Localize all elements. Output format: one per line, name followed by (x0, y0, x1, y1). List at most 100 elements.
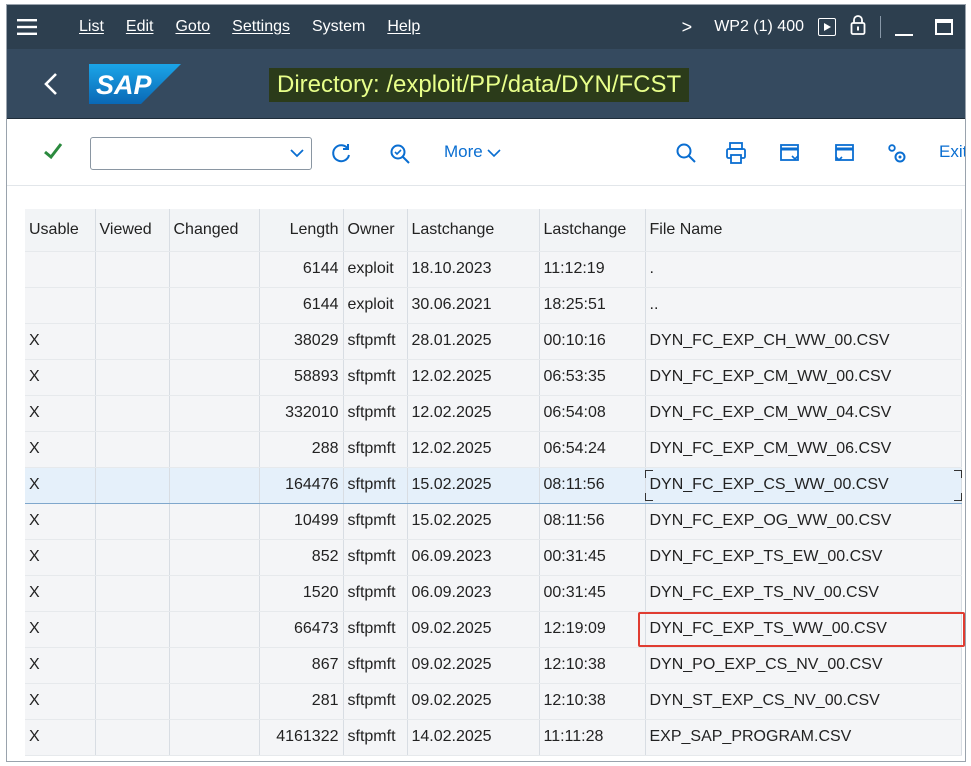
search-icon[interactable] (675, 142, 697, 169)
cell-length[interactable]: 852 (259, 539, 344, 576)
table-row[interactable]: X 58893 sftpmft 12.02.2025 06:53:35 DYN_FC_EX… (25, 359, 962, 396)
cell-length[interactable]: 6144 (259, 287, 344, 324)
cell-usable[interactable]: X (25, 323, 96, 360)
cell-lastchange-time[interactable]: 11:12:19 (539, 251, 646, 288)
cell-length[interactable]: 281 (259, 683, 344, 720)
cell-usable[interactable]: X (25, 539, 96, 576)
cell-usable[interactable]: X (25, 466, 96, 504)
cell-lastchange-date[interactable]: 12.02.2025 (407, 431, 540, 468)
cell-viewed[interactable] (95, 287, 170, 324)
cell-file-name[interactable]: EXP_SAP_PROGRAM.CSV (645, 719, 962, 756)
cell-lastchange-time[interactable]: 12:10:38 (539, 683, 646, 720)
cell-lastchange-date[interactable]: 14.02.2025 (407, 719, 540, 756)
cell-lastchange-time[interactable]: 00:31:45 (539, 539, 646, 576)
table-row[interactable]: X 288 sftpmft 12.02.2025 06:54:24 DYN_FC_EXP_… (25, 431, 962, 468)
cell-changed[interactable] (169, 251, 260, 288)
table-row[interactable]: X 852 sftpmft 06.09.2023 00:31:45 DYN_FC_EXP_… (25, 539, 962, 576)
cell-lastchange-time[interactable]: 08:11:56 (539, 466, 646, 504)
cell-owner[interactable]: sftpmft (343, 719, 408, 756)
chevron-down-icon[interactable] (289, 146, 305, 165)
menu-system[interactable]: System (312, 18, 365, 36)
cell-usable[interactable]: X (25, 611, 96, 648)
cell-owner[interactable]: exploit (343, 251, 408, 288)
check-icon[interactable] (43, 141, 63, 166)
cell-changed[interactable] (169, 575, 260, 612)
cell-lastchange-date[interactable]: 09.02.2025 (407, 647, 540, 684)
cell-length[interactable]: 867 (259, 647, 344, 684)
minimize-icon[interactable] (895, 34, 913, 36)
cell-length[interactable]: 38029 (259, 323, 344, 360)
table-row[interactable]: X 38029 sftpmft 28.01.2025 00:10:16 DYN_FC_EX… (25, 323, 962, 360)
cell-usable[interactable]: X (25, 647, 96, 684)
new-window-icon[interactable] (779, 143, 801, 170)
cell-owner[interactable]: sftpmft (343, 466, 408, 504)
cell-lastchange-time[interactable]: 12:19:09 (539, 611, 646, 648)
cell-viewed[interactable] (95, 395, 170, 432)
cell-owner[interactable]: sftpmft (343, 323, 408, 360)
cell-file-name[interactable]: DYN_FC_EXP_TS_EW_00.CSV (645, 539, 962, 576)
cell-usable[interactable]: X (25, 683, 96, 720)
cell-lastchange-time[interactable]: 00:10:16 (539, 323, 646, 360)
cell-length[interactable]: 4161322 (259, 719, 344, 756)
cell-changed[interactable] (169, 431, 260, 468)
cell-lastchange-date[interactable]: 15.02.2025 (407, 466, 540, 504)
cell-file-name[interactable]: DYN_ST_EXP_CS_NV_00.CSV (645, 683, 962, 720)
table-row[interactable]: 6144 exploit 18.10.2023 11:12:19. (25, 251, 962, 288)
table-row[interactable]: X 66473 sftpmft 09.02.2025 12:19:09 DYN_FC_EX… (25, 611, 965, 648)
cell-viewed[interactable] (95, 647, 170, 684)
cell-length[interactable]: 66473 (259, 611, 344, 648)
table-row[interactable]: X 867 sftpmft 09.02.2025 12:10:38 DYN_PO_EXP_… (25, 647, 962, 684)
column-header-lastchange-date[interactable]: Lastchange (407, 209, 540, 252)
cell-lastchange-time[interactable]: 11:11:28 (539, 719, 646, 756)
zoom-icon[interactable] (389, 143, 411, 170)
cell-length[interactable]: 58893 (259, 359, 344, 396)
exit-button[interactable]: Exit (939, 142, 965, 162)
refresh-icon[interactable] (329, 141, 353, 170)
cell-length[interactable]: 164476 (259, 466, 344, 504)
menu-settings[interactable]: Settings (232, 18, 290, 36)
chevron-right-icon[interactable]: > (682, 17, 693, 38)
table-row[interactable]: X 4161322 sftpmft 14.02.2025 11:11:28 EXP_SAP… (25, 719, 962, 756)
cell-file-name[interactable]: DYN_FC_EXP_CS_WW_00.CSV (644, 466, 962, 504)
column-header-lastchange-time[interactable]: Lastchange (539, 209, 646, 252)
cell-changed[interactable] (169, 647, 260, 684)
cell-viewed[interactable] (95, 466, 170, 504)
cell-changed[interactable] (169, 683, 260, 720)
cell-lastchange-date[interactable]: 06.09.2023 (407, 575, 540, 612)
column-header-length[interactable]: Length (259, 209, 344, 252)
cell-viewed[interactable] (95, 323, 170, 360)
menu-help[interactable]: Help (387, 18, 420, 36)
cell-owner[interactable]: sftpmft (343, 503, 408, 540)
cell-file-name[interactable]: DYN_FC_EXP_TS_NV_00.CSV (645, 575, 962, 612)
cell-viewed[interactable] (95, 683, 170, 720)
cell-lastchange-date[interactable]: 12.02.2025 (407, 395, 540, 432)
play-icon[interactable] (818, 18, 836, 36)
cell-changed[interactable] (169, 466, 260, 504)
table-row[interactable]: X 164476 sftpmft 15.02.2025 08:11:56 DYN_FC_E… (25, 466, 962, 504)
cell-lastchange-date[interactable]: 28.01.2025 (407, 323, 540, 360)
session-icon[interactable] (833, 143, 855, 170)
cell-file-name[interactable]: DYN_PO_EXP_CS_NV_00.CSV (645, 647, 962, 684)
column-header-usable[interactable]: Usable (25, 209, 96, 252)
cell-viewed[interactable] (95, 539, 170, 576)
cell-owner[interactable]: sftpmft (343, 683, 408, 720)
cell-file-name[interactable]: DYN_FC_EXP_TS_WW_00.CSV (637, 611, 965, 648)
column-header-file-name[interactable]: File Name (645, 209, 962, 252)
cell-viewed[interactable] (95, 611, 170, 648)
cell-owner[interactable]: sftpmft (343, 395, 408, 432)
table-row[interactable]: X 10499 sftpmft 15.02.2025 08:11:56 DYN_FC_EX… (25, 503, 962, 540)
cell-usable[interactable]: X (25, 431, 96, 468)
cell-file-name[interactable]: DYN_FC_EXP_CM_WW_04.CSV (645, 395, 962, 432)
cell-lastchange-time[interactable]: 08:11:56 (539, 503, 646, 540)
cell-lastchange-time[interactable]: 00:31:45 (539, 575, 646, 612)
cell-usable[interactable]: X (25, 575, 96, 612)
cell-usable[interactable] (25, 287, 96, 324)
cell-owner[interactable]: exploit (343, 287, 408, 324)
cell-changed[interactable] (169, 719, 260, 756)
cell-lastchange-date[interactable]: 09.02.2025 (407, 611, 540, 648)
command-input[interactable] (91, 138, 271, 169)
cell-changed[interactable] (169, 503, 260, 540)
cell-lastchange-time[interactable]: 06:54:24 (539, 431, 646, 468)
back-icon[interactable] (39, 69, 63, 99)
cell-lastchange-date[interactable]: 12.02.2025 (407, 359, 540, 396)
